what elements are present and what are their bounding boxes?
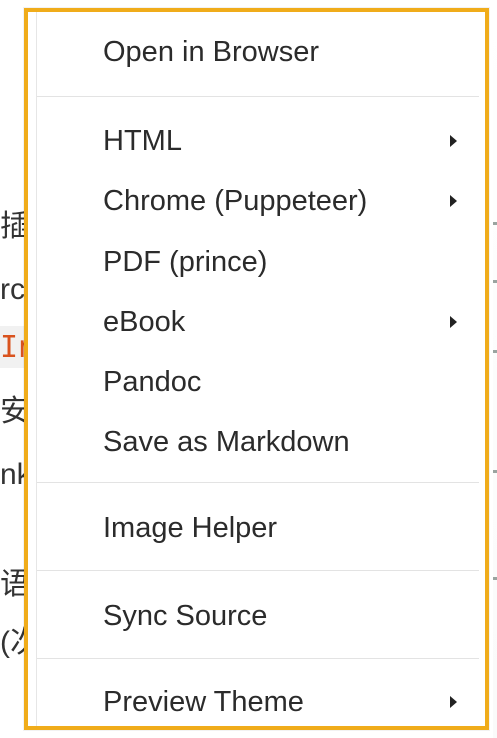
- menu-item-preview-theme[interactable]: Preview Theme: [103, 682, 479, 722]
- menu-item-pandoc[interactable]: Pandoc: [103, 362, 479, 402]
- menu-separator: [37, 482, 479, 483]
- minimap-marker: [493, 577, 497, 580]
- minimap-marker: [493, 280, 497, 283]
- minimap-marker: [493, 350, 497, 353]
- menu-item-pdf-prince[interactable]: PDF (prince): [103, 242, 479, 282]
- menu-item-label: Chrome (Puppeteer): [103, 184, 368, 217]
- menu-separator: [37, 96, 479, 97]
- menu-item-label: Pandoc: [103, 365, 202, 398]
- menu-item-label: Save as Markdown: [103, 425, 350, 458]
- chevron-right-icon: [450, 696, 457, 708]
- editor-text-fragment: rc: [0, 273, 25, 306]
- menu-item-chrome-puppeteer[interactable]: Chrome (Puppeteer): [103, 181, 479, 221]
- menu-item-label: Preview Theme: [103, 685, 304, 718]
- menu-separator: [37, 658, 479, 659]
- context-menu-list: Open in Browser HTML Chrome (Puppeteer) …: [36, 12, 479, 726]
- menu-item-save-as-markdown[interactable]: Save as Markdown: [103, 422, 479, 462]
- menu-separator: [37, 570, 479, 571]
- menu-item-ebook[interactable]: eBook: [103, 302, 479, 342]
- menu-item-label: PDF (prince): [103, 245, 268, 278]
- menu-item-image-helper[interactable]: Image Helper: [103, 508, 479, 548]
- menu-item-open-in-browser[interactable]: Open in Browser: [103, 32, 479, 72]
- menu-item-sync-source[interactable]: Sync Source: [103, 596, 479, 636]
- chevron-right-icon: [450, 195, 457, 207]
- scrollbar-track: [493, 0, 497, 738]
- screen: 插 rc In 安 nk 语 (次 Open in Browser HTML C…: [0, 0, 497, 738]
- menu-item-label: Open in Browser: [103, 35, 319, 68]
- chevron-right-icon: [450, 135, 457, 147]
- menu-item-label: eBook: [103, 305, 186, 338]
- menu-item-label: Sync Source: [103, 599, 268, 632]
- menu-item-label: HTML: [103, 124, 182, 157]
- menu-item-label: Image Helper: [103, 511, 278, 544]
- minimap-marker: [493, 470, 497, 473]
- context-menu: Open in Browser HTML Chrome (Puppeteer) …: [24, 8, 489, 730]
- menu-item-html[interactable]: HTML: [103, 121, 479, 161]
- chevron-right-icon: [450, 316, 457, 328]
- minimap-marker: [493, 222, 497, 225]
